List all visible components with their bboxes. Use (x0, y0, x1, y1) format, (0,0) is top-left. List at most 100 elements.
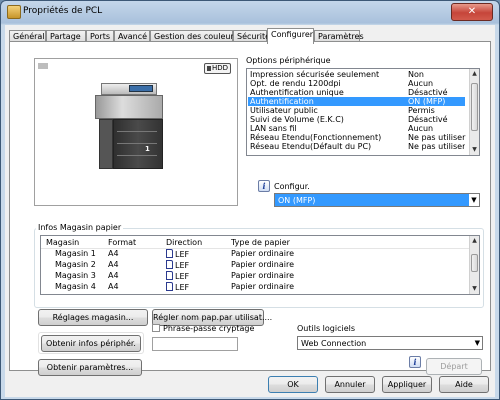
get-device-info-button[interactable]: Obtenir infos périphér. (41, 335, 141, 352)
direction-text: LEF (175, 261, 190, 270)
window-title: Propriétés de PCL (23, 6, 103, 16)
title-bar[interactable]: Propriétés de PCL ✕ (1, 1, 499, 23)
properties-window: Propriétés de PCL ✕ Général Partage Port… (0, 0, 500, 400)
option-row[interactable]: Impression sécurisée seulement Non (248, 70, 465, 79)
option-name: Utilisateur public (250, 106, 318, 115)
hdd-label: HDD (211, 64, 228, 72)
tray-cell: Magasin 3 (55, 271, 96, 280)
hdd-badge: HDD (203, 63, 231, 74)
tray-table-scrollbar[interactable]: ▲ ▼ (469, 236, 479, 294)
direction-cell: LEF (166, 249, 189, 260)
type-cell: Papier ordinaire (231, 260, 294, 269)
type-cell: Papier ordinaire (231, 282, 294, 291)
direction-text: LEF (175, 283, 190, 292)
table-row[interactable]: Magasin 3 A4 LEF Papier ordinaire (41, 271, 471, 282)
option-name: Réseau Etendu(Défault du PC) (250, 142, 372, 151)
format-cell: A4 (108, 271, 119, 280)
column-header[interactable]: Magasin (46, 238, 79, 247)
option-value: ON (MFP) (408, 97, 446, 106)
ok-button[interactable]: OK (268, 376, 318, 393)
help-button[interactable]: Aide (439, 376, 489, 393)
option-value: Désactivé (408, 88, 448, 97)
preview-marker-icon (38, 63, 48, 69)
option-value: Aucun (408, 79, 434, 88)
direction-text: LEF (175, 272, 190, 281)
configure-select[interactable]: ON (MFP) ▼ (274, 193, 480, 207)
configure-value: ON (MFP) (278, 196, 316, 205)
close-button[interactable]: ✕ (451, 3, 493, 21)
option-row[interactable]: Suivi de Volume (E.K.C) Désactivé (248, 115, 465, 124)
option-name: Réseau Etendu(Fonctionnement) (250, 133, 382, 142)
table-row[interactable]: Magasin 1 A4 LEF Papier ordinaire (41, 249, 471, 260)
option-row[interactable]: LAN sans fil Aucun (248, 124, 465, 133)
options-scrollbar[interactable]: ▲ ▼ (469, 69, 479, 155)
device-options-title: Options périphérique (246, 56, 331, 65)
option-value: Aucun (408, 124, 434, 133)
dialog-body: Général Partage Ports Avancé Gestion des… (5, 25, 495, 397)
format-cell: A4 (108, 282, 119, 291)
table-header: Magasin Format Direction Type de papier (41, 236, 471, 249)
column-header[interactable]: Format (108, 238, 136, 247)
configure-label: Configur. (274, 182, 310, 191)
format-cell: A4 (108, 249, 119, 258)
type-cell: Papier ordinaire (231, 271, 294, 280)
scroll-down-icon[interactable]: ▼ (470, 284, 479, 294)
tray-cell: Magasin 4 (55, 282, 96, 291)
info-icon[interactable]: i (409, 356, 421, 368)
configure-panel: HDD 1 Options périphérique Impression sé… (9, 41, 491, 376)
direction-text: LEF (175, 250, 190, 259)
printer-illustration: 1 (95, 83, 165, 169)
column-header[interactable]: Type de papier (231, 238, 290, 247)
option-value: Non (408, 70, 424, 79)
printer-preview: HDD 1 (34, 58, 238, 206)
chevron-down-icon[interactable]: ▼ (469, 194, 479, 206)
passphrase-label: Phrase-passe cryptage (163, 324, 255, 333)
option-name: Impression sécurisée seulement (250, 70, 380, 79)
direction-cell: LEF (166, 282, 189, 293)
start-button[interactable]: Départ (426, 358, 482, 375)
info-icon[interactable]: i (258, 180, 270, 192)
option-row-selected[interactable]: Authentification ON (MFP) (248, 97, 465, 106)
scroll-up-icon[interactable]: ▲ (470, 236, 479, 246)
tray-settings-button[interactable]: Réglages magasin... (38, 309, 148, 326)
paper-orientation-icon (166, 249, 173, 258)
hdd-icon (206, 66, 211, 71)
option-row[interactable]: Réseau Etendu(Fonctionnement) Ne pas util… (248, 133, 465, 142)
scroll-thumb[interactable] (471, 254, 478, 272)
option-row[interactable]: Utilisateur public Permis (248, 106, 465, 115)
tray-cell: Magasin 1 (55, 249, 96, 258)
paper-orientation-icon (166, 260, 173, 269)
device-options-list[interactable]: Impression sécurisée seulement Non Opt. d… (246, 68, 480, 156)
option-row[interactable]: Opt. de rendu 1200dpi Aucun (248, 79, 465, 88)
table-row[interactable]: Magasin 2 A4 LEF Papier ordinaire (41, 260, 471, 271)
get-settings-button[interactable]: Obtenir paramètres... (38, 359, 142, 376)
option-row[interactable]: Authentification unique Désactivé (248, 88, 465, 97)
scroll-up-icon[interactable]: ▲ (470, 69, 479, 79)
printer-icon (7, 5, 21, 19)
tray-cell: Magasin 2 (55, 260, 96, 269)
column-header[interactable]: Direction (166, 238, 202, 247)
paper-info-title: Infos Magasin papier (36, 223, 124, 232)
type-cell: Papier ordinaire (231, 249, 294, 258)
tray-number: 1 (145, 145, 150, 153)
passphrase-input[interactable] (152, 337, 238, 351)
chevron-down-icon[interactable]: ▼ (475, 337, 480, 349)
option-row[interactable]: Réseau Etendu(Défault du PC) Ne pas utili… (248, 142, 465, 151)
paper-orientation-icon (166, 271, 173, 280)
scroll-thumb[interactable] (471, 83, 478, 131)
passphrase-checkbox[interactable] (152, 324, 160, 332)
scroll-down-icon[interactable]: ▼ (470, 145, 479, 155)
table-row[interactable]: Magasin 4 A4 LEF Papier ordinaire (41, 282, 471, 293)
paper-orientation-icon (166, 282, 173, 291)
apply-button[interactable]: Appliquer (382, 376, 432, 393)
tab-configure[interactable]: Configurer (267, 28, 314, 44)
cancel-button[interactable]: Annuler (325, 376, 375, 393)
paper-tray-table[interactable]: Magasin Format Direction Type de papier … (40, 235, 480, 295)
option-name: Opt. de rendu 1200dpi (250, 79, 341, 88)
option-name: LAN sans fil (250, 124, 297, 133)
software-tools-label: Outils logiciels (297, 324, 356, 333)
option-value: Permis (408, 106, 435, 115)
software-tools-select[interactable]: Web Connection ▼ (297, 336, 483, 350)
option-name: Authentification (250, 97, 314, 106)
software-tools-value: Web Connection (301, 339, 367, 348)
